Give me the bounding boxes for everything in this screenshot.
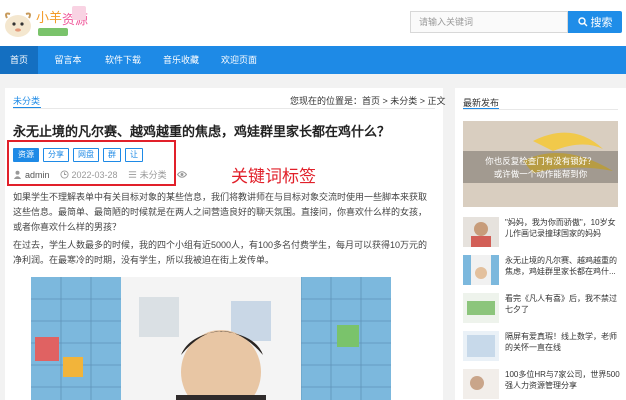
sidebar-thumb: [463, 255, 499, 285]
sidebar-thumb: [463, 293, 499, 323]
nav-item-home[interactable]: 首页: [0, 46, 38, 74]
nav-item-welcome[interactable]: 欢迎页面: [216, 46, 262, 74]
sidebar-item-1[interactable]: "妈妈，我为你而骄傲"，10岁女儿作画记录撞球国家的妈妈: [463, 217, 621, 249]
article-title: 永无止境的凡尔赛、越鸡越重的焦虑，鸡娃群里家长都在鸡什么？: [13, 124, 391, 139]
header-divider: [13, 108, 435, 109]
tag-highlight-box: [7, 140, 176, 186]
sidebar-promo[interactable]: 你也反复检查门有没有锁好？ 或许做一个动作能帮到你: [463, 121, 618, 207]
site-logo[interactable]: 小羊 资源: [2, 2, 94, 44]
breadcrumb: 您现在的位置是：首页 > 未分类 > 正文: [290, 96, 446, 106]
eye-icon: [176, 171, 187, 178]
sidebar-divider: [463, 109, 618, 110]
sidebar-item-text: 永无止境的凡尔赛、越鸡越重的焦虑，鸡娃群里家长都在鸡什...: [505, 256, 617, 276]
sidebar-thumb: [463, 217, 499, 247]
search-input[interactable]: 请输入关键词: [410, 11, 568, 33]
article-paragraph-2: 在过去，学生人数最多的时候，我的四个小组有近5000人，有100多名付费学生，每…: [13, 240, 428, 265]
article-card: 未分类 您现在的位置是：首页 > 未分类 > 正文 永无止境的凡尔赛、越鸡越重的…: [5, 88, 446, 400]
nav-item-downloads[interactable]: 软件下载: [100, 46, 146, 74]
sidebar-item-text: "妈妈，我为你而骄傲"，10岁女儿作画记录撞球国家的妈妈: [505, 218, 616, 238]
category-link[interactable]: 未分类: [13, 94, 40, 107]
search-button-label: 搜索: [590, 17, 613, 29]
nav-item-guestbook[interactable]: 留言本: [48, 46, 88, 74]
article-paragraph-1: 如果学生不理解表单中有关目标对象的某些信息，我们将教讲师在与目标对象交流时使用一…: [13, 192, 428, 232]
sidebar: 最新发布 你也反复检查门有没有锁好？ 或许做一个动作能帮到你 "妈妈，我为你而骄…: [455, 88, 626, 400]
article-image: [31, 277, 391, 400]
sidebar-item-text: 100多位HR与7家公司，世界500强人力资源管理分享: [505, 370, 620, 390]
nav-item-music[interactable]: 音乐收藏: [158, 46, 204, 74]
promo-line-1: 你也反复检查门有没有锁好？: [485, 156, 596, 166]
sidebar-thumb: [463, 369, 499, 399]
top-header: 小羊 资源 请输入关键词 搜索: [0, 0, 626, 46]
annotation-label: 关键词标签: [231, 167, 316, 186]
sidebar-item-3[interactable]: 看完《凡人有喜》后，我不禁过七夕了: [463, 293, 621, 325]
sidebar-thumb: [463, 331, 499, 361]
sidebar-item-2[interactable]: 永无止境的凡尔赛、越鸡越重的焦虑，鸡娃群里家长都在鸡什...: [463, 255, 621, 287]
search-button[interactable]: 搜索: [568, 11, 622, 33]
promo-line-2: 或许做一个动作能帮到你: [493, 169, 588, 179]
sidebar-item-text: 隔屏有爱真瑕！线上数学，老师的关怀一直在线: [505, 332, 617, 352]
search-icon: [577, 17, 587, 27]
sidebar-item-5[interactable]: 100多位HR与7家公司，世界500强人力资源管理分享: [463, 369, 621, 400]
sidebar-item-text: 看完《凡人有喜》后，我不禁过七夕了: [505, 294, 617, 314]
svg-text:小羊: 小羊: [36, 10, 62, 26]
main-nav: 首页 留言本 软件下载 音乐收藏 欢迎页面: [0, 46, 626, 74]
sidebar-item-4[interactable]: 隔屏有爱真瑕！线上数学，老师的关怀一直在线: [463, 331, 621, 363]
